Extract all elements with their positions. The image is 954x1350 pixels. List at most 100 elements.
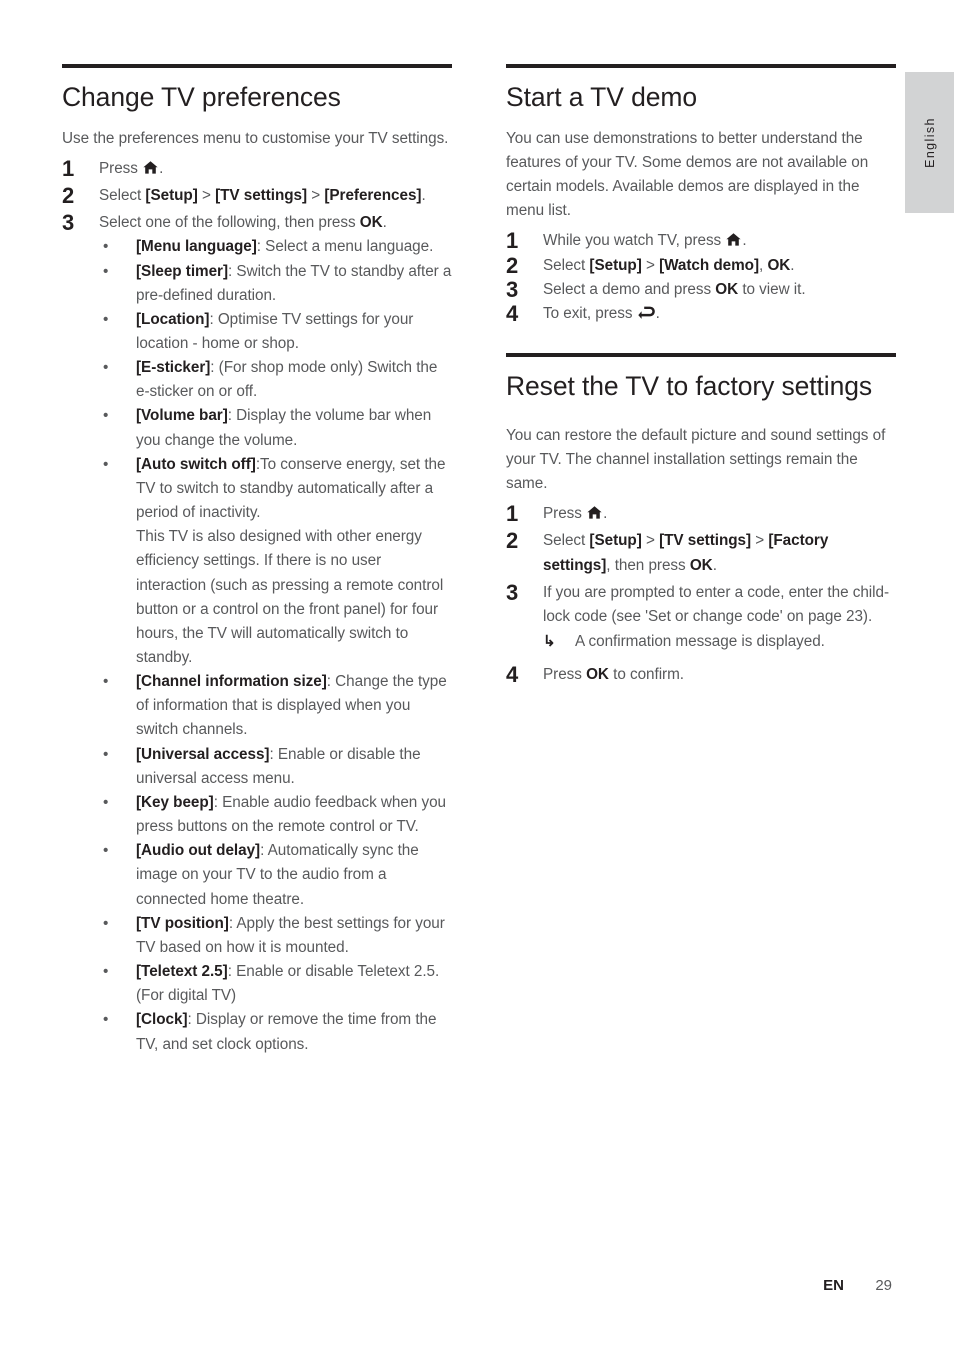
bullet-marker: • — [103, 914, 109, 932]
option-term: [Location] — [136, 310, 210, 328]
option-term: [Teletext 2.5] — [136, 963, 228, 981]
right-column: Start a TV demo You can use demonstratio… — [506, 64, 896, 687]
option-desc-continuation: This TV is also designed with other ener… — [136, 528, 444, 667]
list-item: • [Sleep timer]: Switch the TV to standb… — [62, 260, 452, 308]
step-item-3: 3 Select one of the following, then pres… — [62, 210, 452, 236]
home-icon — [143, 161, 158, 174]
page-footer: EN 29 — [62, 1277, 892, 1294]
step-number: 4 — [506, 300, 519, 326]
step-item-3: 3 Select a demo and press OK to view it. — [506, 277, 896, 302]
list-item: • [TV position]: Apply the best settings… — [62, 912, 452, 960]
left-column: Change TV preferences Use the preference… — [62, 64, 452, 1057]
step-number: 2 — [62, 183, 75, 209]
step-text: If you are prompted to enter a code, ent… — [543, 583, 889, 625]
step-number: 3 — [62, 210, 75, 236]
section-rule-change-preferences — [62, 64, 452, 68]
ok-key-label: OK — [586, 666, 609, 684]
section-rule-reset-factory — [506, 352, 896, 357]
list-item: • [Auto switch off]:To conserve energy, … — [62, 453, 452, 670]
bullet-marker: • — [103, 793, 109, 811]
step-item-1: 1 Press . — [62, 156, 452, 181]
menu-path-setup: [Setup] — [589, 532, 642, 550]
list-item: • [Audio out delay]: Automatically sync … — [62, 839, 452, 911]
option-desc: : Select a menu language. — [256, 238, 434, 256]
step-text: Select [Setup] > [Watch demo], OK. — [543, 256, 795, 274]
document-page: English Change TV preferences Use the pr… — [0, 0, 954, 1350]
list-item: • [Universal access]: Enable or disable … — [62, 743, 452, 791]
list-item: • [Channel information size]: Change the… — [62, 670, 452, 742]
step-text: Select a demo and press OK to view it. — [543, 280, 806, 298]
option-term: [Key beep] — [136, 793, 214, 811]
option-term: [Clock] — [136, 1011, 188, 1029]
list-item: • [Key beep]: Enable audio feedback when… — [62, 791, 452, 839]
intro-paragraph-reset: You can restore the default picture and … — [506, 426, 886, 493]
section-rule-start-demo — [506, 64, 896, 68]
step-text: Press OK to confirm. — [543, 666, 684, 684]
home-icon — [587, 506, 602, 519]
step-text: Press . — [99, 159, 164, 177]
page-title-start-tv-demo: Start a TV demo — [506, 82, 697, 112]
menu-path-tv-settings: [TV settings] — [215, 187, 308, 205]
bullet-marker: • — [103, 1011, 109, 1029]
menu-path-setup: [Setup] — [145, 187, 198, 205]
list-item: • [E-sticker]: (For shop mode only) Swit… — [62, 356, 452, 404]
step-text: Select [Setup] > [TV settings] > [Factor… — [543, 532, 829, 574]
option-term: [E-sticker] — [136, 359, 211, 377]
bullet-marker: • — [103, 262, 109, 280]
list-item: • [Menu language]: Select a menu languag… — [62, 235, 452, 259]
step-number: 1 — [506, 501, 519, 527]
ok-key-label: OK — [715, 280, 739, 298]
bullet-marker: • — [103, 238, 109, 256]
language-tab-label: English — [922, 117, 937, 168]
intro-paragraph-demo: You can use demonstrations to better und… — [506, 129, 869, 220]
footer-language-code: EN — [823, 1277, 844, 1294]
bullet-marker: • — [103, 842, 109, 860]
home-icon — [726, 233, 741, 246]
step-item-1: 1 While you watch TV, press . — [506, 228, 896, 253]
bullet-marker: • — [103, 407, 109, 425]
corner-arrow-icon: ↳ — [543, 632, 556, 650]
step-text: Select one of the following, then press … — [99, 214, 387, 232]
option-term: [Menu language] — [136, 238, 257, 256]
footer-page-number: 29 — [875, 1277, 892, 1294]
preferences-options-list: • [Menu language]: Select a menu languag… — [62, 235, 452, 1056]
ok-key-label: OK — [767, 256, 791, 274]
step-item-2: 2 Select [Setup] > [Watch demo], OK. — [506, 253, 896, 278]
menu-path-preferences: [Preferences] — [324, 187, 422, 205]
step-item-2: 2 Select [Setup] > [TV settings] > [Pref… — [62, 183, 452, 209]
step-item-2: 2 Select [Setup] > [TV settings] > [Fact… — [506, 528, 896, 577]
step-item-4: 4 Press OK to confirm. — [506, 662, 896, 688]
list-item: • [Teletext 2.5]: Enable or disable Tele… — [62, 960, 452, 1008]
option-term: [Volume bar] — [136, 407, 228, 425]
option-term: [Universal access] — [136, 745, 270, 763]
ok-key-label: OK — [689, 556, 713, 574]
menu-path-tv-settings: [TV settings] — [659, 532, 752, 550]
bullet-marker: • — [103, 455, 109, 473]
bullet-marker: • — [103, 673, 109, 691]
menu-path-watch-demo: [Watch demo] — [659, 256, 760, 274]
step-item-3: 3 If you are prompted to enter a code, e… — [506, 580, 896, 654]
list-item: • [Volume bar]: Display the volume bar w… — [62, 404, 452, 452]
step-text: Press . — [543, 505, 608, 523]
page-title-change-tv-preferences: Change TV preferences — [62, 82, 341, 112]
option-term: [TV position] — [136, 914, 229, 932]
step-number: 2 — [506, 528, 519, 554]
steps-list-reset: 1 Press . 2 Select [Setup] > [TV setting… — [506, 501, 896, 688]
step-text: To exit, press . — [543, 304, 660, 322]
list-item: • [Location]: Optimise TV settings for y… — [62, 308, 452, 356]
page-title-reset-factory-settings: Reset the TV to factory settings — [506, 370, 873, 401]
step-text: Select [Setup] > [TV settings] > [Prefer… — [99, 187, 426, 205]
bullet-marker: • — [103, 310, 109, 328]
step-note-text: A confirmation message is displayed. — [575, 632, 825, 650]
option-term: [Sleep timer] — [136, 262, 229, 280]
option-term: [Auto switch off] — [136, 455, 256, 473]
step-number: 4 — [506, 662, 519, 688]
step-item-4: 4 To exit, press . — [506, 300, 896, 326]
step-text: While you watch TV, press . — [543, 232, 747, 250]
bullet-marker: • — [103, 963, 109, 981]
option-term: [Channel information size] — [136, 673, 327, 691]
step-item-1: 1 Press . — [506, 501, 896, 527]
bullet-marker: • — [103, 359, 109, 377]
back-arrow-icon — [637, 306, 655, 320]
